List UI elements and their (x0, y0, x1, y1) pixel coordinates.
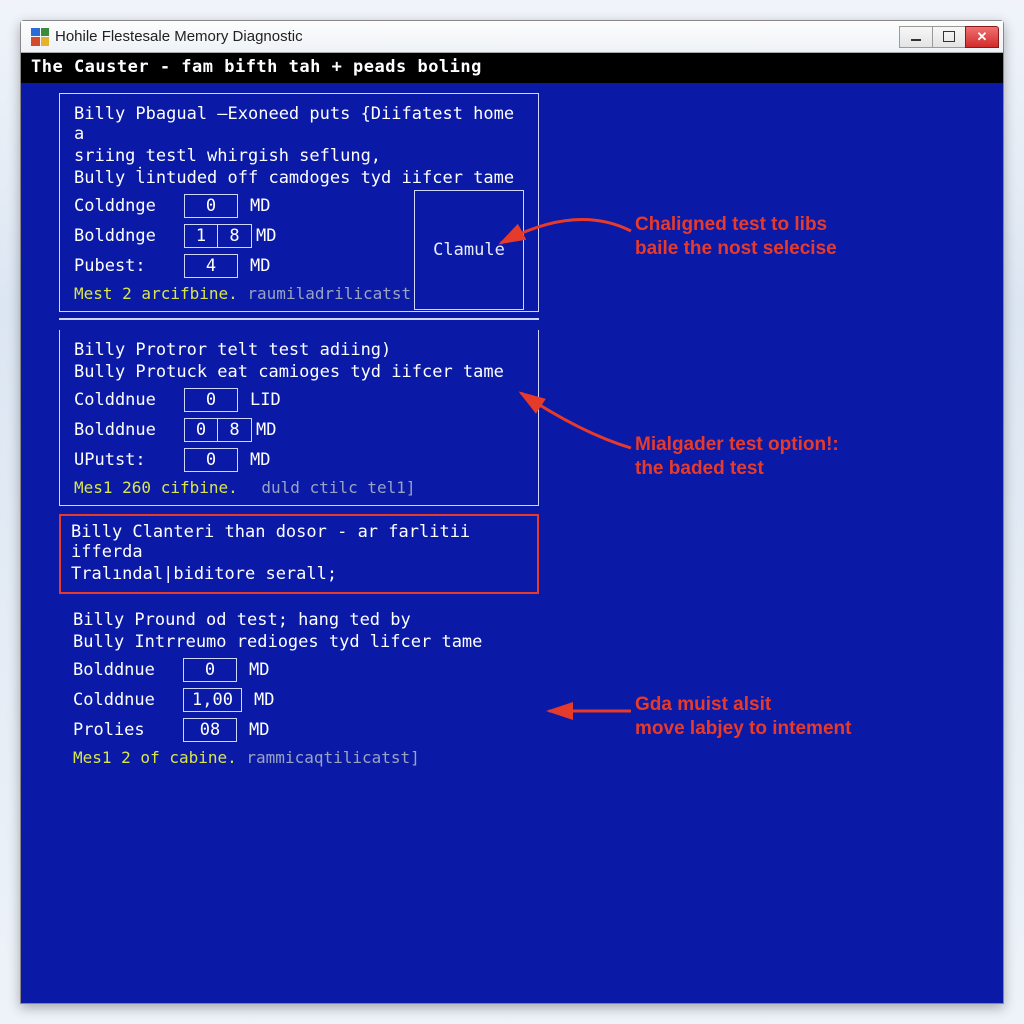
field-value-a[interactable]: 1 (184, 224, 218, 248)
test-panel-1: Billy Pbagual –Exoneed puts {Diifatest h… (59, 93, 539, 312)
field-unit: MD (250, 450, 270, 470)
diagnostic-screen: The Causter - fam bifth tah + peads boli… (21, 53, 1003, 1003)
highlighted-line1: Billy Clanteri than dosor - ar farlitii … (71, 522, 527, 562)
windows-icon (31, 28, 49, 46)
highlighted-panel: Billy Clanteri than dosor - ar farlitii … (59, 514, 539, 594)
field-label: Bolddnge (74, 226, 184, 246)
annotation-1-line1: Chaligned test to libs (635, 213, 837, 237)
status-text-b: duld ctilc tel1] (261, 478, 415, 497)
highlighted-line2: Tralındal|biditore serall; (71, 564, 527, 584)
field-value[interactable]: 0 (184, 194, 238, 218)
panel1-line3: Bully l̇intuded off camdoges tyd iifcer … (74, 168, 524, 188)
field-unit: MD (256, 226, 276, 246)
field-label: Colddnue (73, 690, 183, 710)
annotation-3-line1: Gda muist alsit (635, 693, 851, 717)
field-unit: MD (250, 256, 270, 276)
field-unit: MD (256, 420, 276, 440)
maximize-button[interactable] (932, 26, 966, 48)
field-unit: MD (249, 660, 269, 680)
divider (59, 318, 539, 320)
field-value[interactable]: 1,00 (183, 688, 242, 712)
test-panel-2: Billy Protror telt test adiing) Bully Pr… (59, 330, 539, 506)
field-label: Colddnge (74, 196, 184, 216)
panel1-line1: Billy Pbagual –Exoneed puts {Diifatest h… (74, 104, 524, 144)
panel3-status: Mes1 2 of cabine. rammicaqtilicatst] (73, 748, 525, 767)
field-unit: MD (249, 720, 269, 740)
field-value[interactable]: 0 (184, 388, 238, 412)
annotation-3-line2: move labjey to intement (635, 717, 851, 741)
header-status-bar: The Causter - fam bifth tah + peads boli… (21, 53, 1003, 83)
field-unit: MD (250, 196, 270, 216)
panel2-line3: Bully Protuck eat camioges tyd iifcer ta… (74, 362, 524, 382)
annotation-1-line2: baile the nost selecise (635, 237, 837, 261)
field-value-a[interactable]: 0 (184, 418, 218, 442)
annotation-3: Gda muist alsit move labjey to intement (635, 693, 851, 741)
field-unit: MD (254, 690, 274, 710)
field-label: UPutst: (74, 450, 184, 470)
field-label: Bolddnue (73, 660, 183, 680)
status-text-b: raumiladrilicatst (247, 284, 411, 303)
annotation-1: Chaligned test to libs baile the nost se… (635, 213, 837, 261)
window-title: Hohile Flestesale Memory Diagnostic (55, 28, 900, 45)
field-label: Pubest: (74, 256, 184, 276)
status-text-a: Mest 2 arcifbine. (74, 284, 238, 303)
panel1-line2: sriing testl whirgish seflung, (74, 146, 524, 166)
field-label: Prolies (73, 720, 183, 740)
status-text-b: rammicaqtilicatst] (246, 748, 419, 767)
minimize-button[interactable] (899, 26, 933, 48)
annotation-2-line2: the baded test (635, 457, 839, 481)
panel3-line3: Bully Intrreumo redioges tyd lifcer tame (73, 632, 525, 652)
field-value[interactable]: 08 (183, 718, 237, 742)
annotation-2: Mialgader test option!: the baded test (635, 433, 839, 481)
field-unit: LID (250, 390, 281, 410)
titlebar[interactable]: Hohile Flestesale Memory Diagnostic (21, 21, 1003, 53)
close-button[interactable] (965, 26, 999, 48)
panel2-row3: UPutst: 0 MD (74, 448, 524, 472)
status-text-a: Mes1 260 cifbine. (74, 478, 238, 497)
window-controls (900, 26, 999, 48)
field-value-b[interactable]: 8 (218, 224, 252, 248)
panel3-line1: Billy Pround od test; hang ted by (73, 610, 525, 630)
annotation-2-line1: Mialgader test option!: (635, 433, 839, 457)
panel2-line1: Billy Protror telt test adiing) (74, 340, 524, 360)
status-text-a: Mes1 2 of cabine. (73, 748, 237, 767)
app-window: Hohile Flestesale Memory Diagnostic The … (20, 20, 1004, 1004)
panel3-row2: Colddnue 1,00 MD (73, 688, 525, 712)
field-label: Colddnue (74, 390, 184, 410)
field-value[interactable]: 0 (184, 448, 238, 472)
clamule-button[interactable]: Clamule (414, 190, 524, 310)
panel2-row2: Bolddnue 0 8 MD (74, 418, 524, 442)
field-value-b[interactable]: 8 (218, 418, 252, 442)
field-label: Bolddnue (74, 420, 184, 440)
panel2-status: Mes1 260 cifbine. duld ctilc tel1] (74, 478, 524, 497)
panel2-row1: Colddnue 0 LID (74, 388, 524, 412)
test-panel-3: Billy Pround od test; hang ted by Bully … (59, 600, 539, 775)
panel3-row1: Bolddnue 0 MD (73, 658, 525, 682)
field-value[interactable]: 4 (184, 254, 238, 278)
panel3-row3: Prolies 08 MD (73, 718, 525, 742)
field-value[interactable]: 0 (183, 658, 237, 682)
